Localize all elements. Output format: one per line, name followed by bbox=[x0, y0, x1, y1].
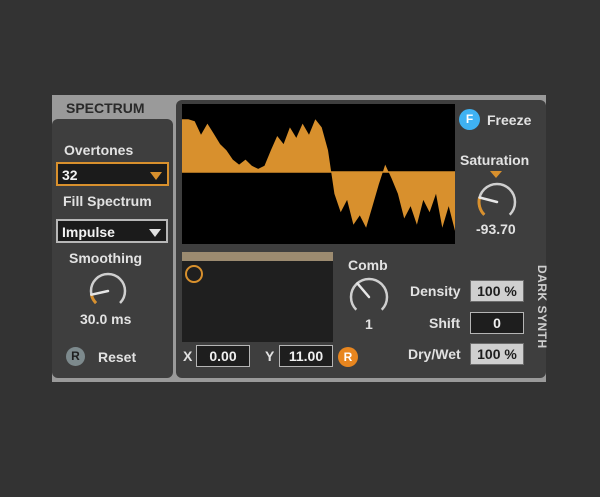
saturation-value: -93.70 bbox=[476, 221, 516, 237]
device-side-label: DARK SYNTH bbox=[535, 265, 549, 349]
x-value-field[interactable]: 0.00 bbox=[196, 345, 250, 367]
y-value-field[interactable]: 11.00 bbox=[279, 345, 333, 367]
comb-value: 1 bbox=[365, 316, 373, 332]
xy-reset-icon-button[interactable]: R bbox=[338, 347, 358, 367]
density-label: Density bbox=[410, 283, 461, 299]
smoothing-value: 30.0 ms bbox=[80, 311, 132, 327]
smoothing-label: Smoothing bbox=[69, 250, 143, 266]
shift-field[interactable]: 0 bbox=[470, 312, 524, 334]
comb-knob[interactable] bbox=[347, 275, 391, 319]
saturation-knob[interactable] bbox=[475, 180, 519, 224]
x-label: X bbox=[183, 348, 193, 364]
spectrum-waveform-display bbox=[182, 104, 455, 244]
saturation-knob-value-arc bbox=[477, 197, 486, 216]
saturation-knob-needle bbox=[478, 196, 499, 204]
chevron-down-icon bbox=[149, 229, 161, 237]
xy-pad-handle[interactable] bbox=[185, 265, 203, 283]
xy-pad-header-bar bbox=[182, 252, 333, 261]
waveform-shape bbox=[182, 119, 455, 231]
freeze-label[interactable]: Freeze bbox=[487, 112, 531, 128]
comb-knob-needle bbox=[356, 282, 371, 299]
saturation-label: Saturation bbox=[460, 152, 530, 168]
reset-label[interactable]: Reset bbox=[98, 349, 136, 365]
y-label: Y bbox=[265, 348, 275, 364]
fill-spectrum-dropdown[interactable]: Impulse bbox=[56, 219, 168, 243]
fill-spectrum-label: Fill Spectrum bbox=[63, 193, 152, 209]
fill-spectrum-value: Impulse bbox=[62, 224, 115, 240]
comb-label: Comb bbox=[348, 257, 388, 273]
smoothing-knob[interactable] bbox=[87, 270, 129, 312]
smoothing-knob-needle bbox=[90, 289, 110, 296]
saturation-marker-icon bbox=[490, 171, 502, 178]
device-title: SPECTRUM bbox=[66, 100, 145, 116]
chevron-down-icon bbox=[150, 172, 162, 180]
freeze-icon-button[interactable]: F bbox=[459, 109, 480, 130]
smoothing-knob-value-arc bbox=[89, 294, 98, 305]
density-field[interactable]: 100 % bbox=[470, 280, 524, 302]
overtones-label: Overtones bbox=[64, 142, 134, 158]
dry-wet-field[interactable]: 100 % bbox=[470, 343, 524, 365]
reset-icon-button[interactable]: R bbox=[66, 347, 85, 366]
shift-label: Shift bbox=[429, 315, 461, 331]
dry-wet-label: Dry/Wet bbox=[408, 346, 461, 362]
xy-pad[interactable] bbox=[182, 261, 333, 342]
smoothing-knob-track bbox=[89, 272, 127, 304]
overtones-value: 32 bbox=[62, 167, 78, 183]
overtones-dropdown[interactable]: 32 bbox=[56, 162, 169, 186]
